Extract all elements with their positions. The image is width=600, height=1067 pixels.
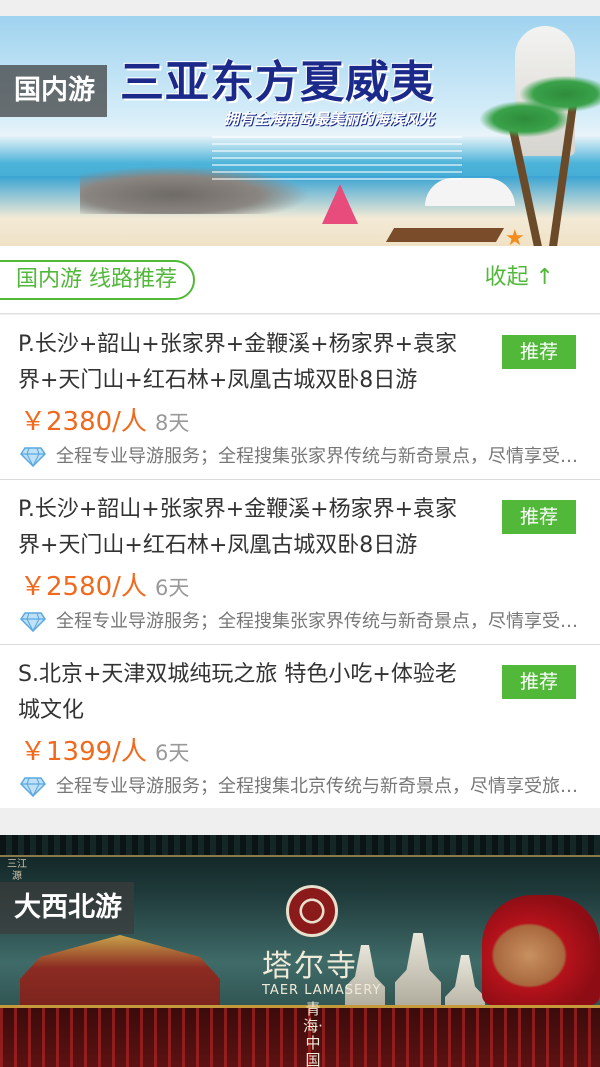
banner-fine-print: [212, 136, 462, 182]
recommend-badge: 推荐: [502, 335, 576, 369]
banner-sanya[interactable]: ★ 三亚东方夏威夷 拥有全海南岛最美丽的海滨风光: [0, 16, 600, 246]
diamond-icon: [20, 612, 46, 632]
route-item[interactable]: P.长沙+韶山+张家界+金鞭溪+杨家界+袁家界+天门山+红石林+凤凰古城双卧8日…: [0, 480, 600, 645]
banner-subtitle: 拥有全海南岛最美丽的海滨风光: [224, 110, 435, 128]
banner-subtitle-en: TAER LAMASERY: [262, 983, 382, 998]
route-description-text: 全程专业导游服务；全程搜集北京传统与新奇景点，尽情享受旅游乐趣: [56, 776, 580, 797]
beach-chair: [385, 228, 505, 242]
route-description: 全程专业导游服务；全程搜集张家界传统与新奇景点，尽情享受旅游乐趣: [20, 608, 580, 636]
region-tag-northwest: 大西北游: [0, 882, 134, 934]
sailboat: [322, 184, 358, 224]
route-description: 全程专业导游服务；全程搜集张家界传统与新奇景点，尽情享受旅游乐趣: [20, 443, 580, 471]
route-days: 8天: [155, 411, 190, 435]
route-price: ￥1399/人: [20, 737, 147, 767]
beach-umbrella: [425, 178, 515, 206]
stupa: [395, 933, 441, 1015]
banner-side-text: 三江源: [7, 859, 27, 882]
route-days: 6天: [155, 741, 190, 765]
banner-frame-bottom: [0, 1005, 600, 1067]
diamond-icon: [20, 447, 46, 467]
diamond-icon: [20, 777, 46, 797]
section-title: 国内游 线路推荐: [0, 260, 195, 300]
collapse-button[interactable]: 收起 ↑: [485, 262, 554, 294]
section-header: 国内游 线路推荐 收起 ↑: [0, 246, 600, 314]
route-title[interactable]: P.长沙+韶山+张家界+金鞭溪+杨家界+袁家界+天门山+红石林+凤凰古城双卧8日…: [18, 492, 478, 564]
route-title[interactable]: P.长沙+韶山+张家界+金鞭溪+杨家界+袁家界+天门山+红石林+凤凰古城双卧8日…: [18, 327, 478, 399]
banner-title: 三亚东方夏威夷: [120, 57, 435, 108]
recommend-badge: 推荐: [502, 665, 576, 699]
route-title[interactable]: S.北京+天津双城纯玩之旅 特色小吃+体验老城文化: [18, 657, 478, 729]
banner-title: 塔尔寺: [262, 949, 358, 984]
region-tag-domestic: 国内游: [0, 65, 107, 117]
route-description-text: 全程专业导游服务；全程搜集张家界传统与新奇景点，尽情享受旅游乐趣: [56, 446, 580, 467]
route-item[interactable]: S.北京+天津双城纯玩之旅 特色小吃+体验老城文化 推荐 ￥1399/人 6天 …: [0, 645, 600, 808]
route-days: 6天: [155, 576, 190, 600]
starfish-icon: ★: [505, 226, 525, 247]
route-description: 全程专业导游服务；全程搜集北京传统与新奇景点，尽情享受旅游乐趣: [20, 773, 580, 801]
route-description-text: 全程专业导游服务；全程搜集张家界传统与新奇景点，尽情享受旅游乐趣: [56, 611, 580, 632]
banner-monk: [482, 895, 600, 1005]
route-list: P.长沙+韶山+张家界+金鞭溪+杨家界+袁家界+天门山+红石林+凤凰古城双卧8日…: [0, 315, 600, 808]
route-item[interactable]: P.长沙+韶山+张家界+金鞭溪+杨家界+袁家界+天门山+红石林+凤凰古城双卧8日…: [0, 315, 600, 480]
banner-frame-top: [0, 835, 600, 857]
banner-vertical-text: 青海·中国: [303, 1000, 323, 1067]
temple-logo-icon: [286, 885, 338, 937]
banner-taer-lamasery[interactable]: 三江源 塔尔寺 TAER LAMASERY 青海·中国: [0, 835, 600, 1067]
route-price: ￥2580/人: [20, 572, 147, 602]
recommend-badge: 推荐: [502, 500, 576, 534]
route-price: ￥2380/人: [20, 407, 147, 437]
palm-leaves: [520, 76, 600, 112]
